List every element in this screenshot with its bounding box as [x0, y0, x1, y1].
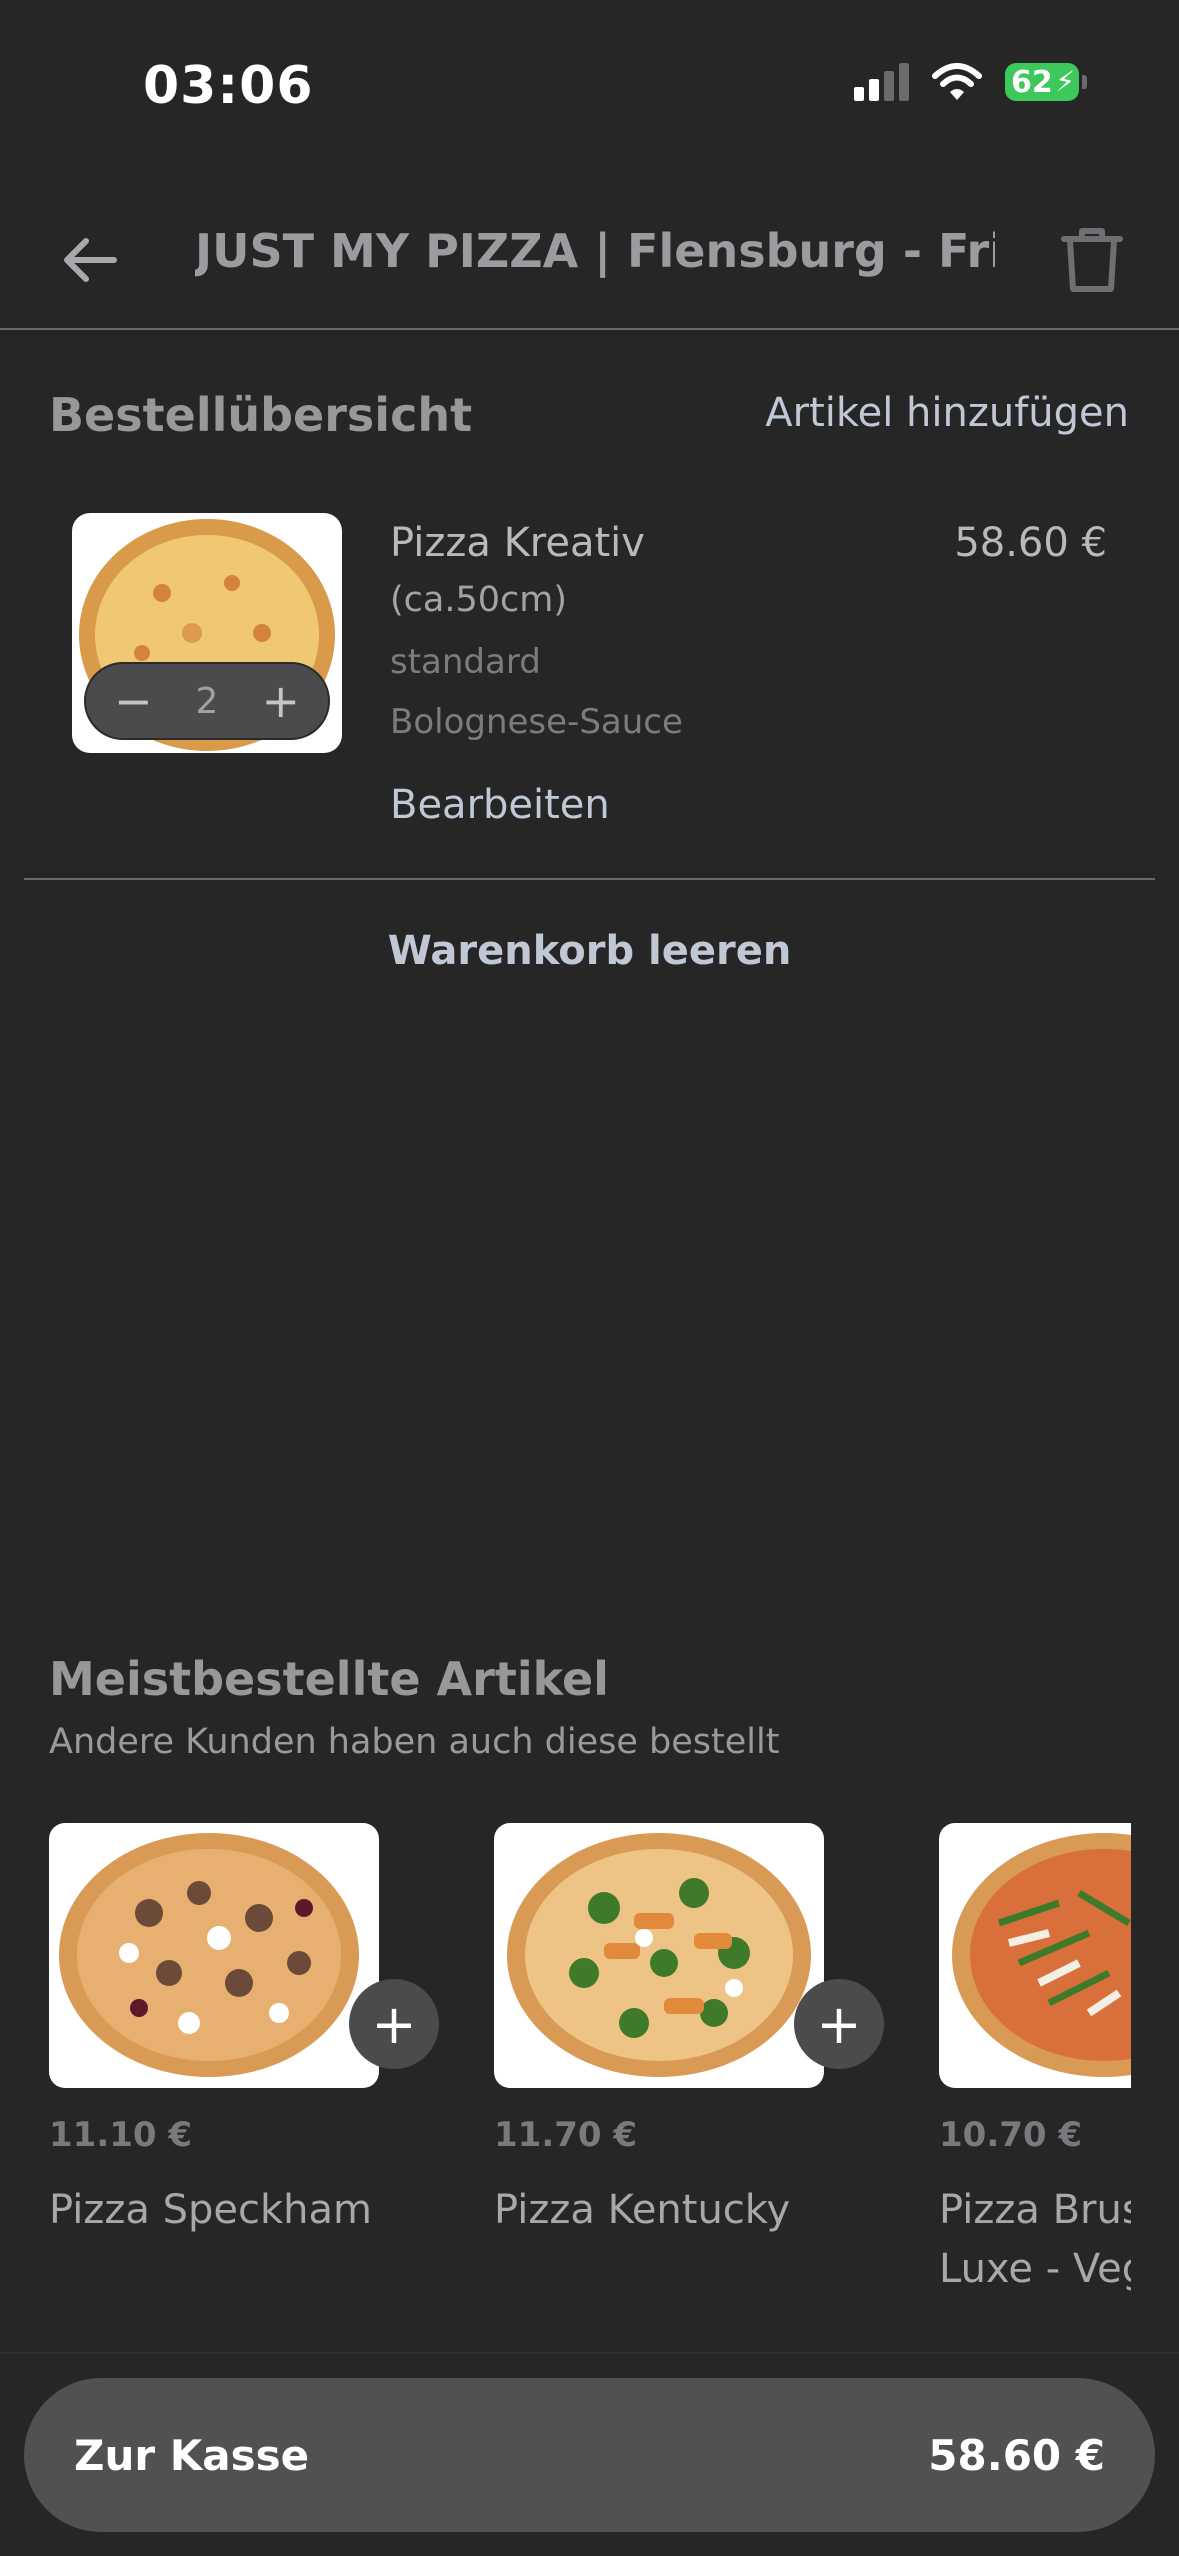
quantity-stepper: − 2 + [84, 662, 330, 740]
add-recommendation-button[interactable]: + [349, 1979, 439, 2069]
recommendation-name-line: Pizza Brus [939, 2187, 1131, 2233]
divider [24, 878, 1155, 880]
item-option: Bolognese-Sauce [390, 702, 683, 742]
add-items-link[interactable]: Artikel hinzufügen [765, 390, 1129, 436]
back-button[interactable] [50, 220, 130, 300]
recommendation-name: Pizza Kentucky [494, 2187, 791, 2233]
pizza-brus-image [939, 1823, 1131, 2088]
recommendation-price: 11.10 € [49, 2115, 193, 2155]
pizza-speckham-image [49, 1823, 379, 2088]
recommendation-card[interactable]: 10.70 € Pizza Brus Luxe - Veg [939, 1823, 1131, 2299]
quantity-value: 2 [195, 680, 219, 722]
status-time: 03:06 [143, 56, 314, 116]
bottom-bar-divider [0, 2352, 1179, 2354]
checkout-label: Zur Kasse [74, 2430, 310, 2480]
restaurant-title: JUST MY PIZZA | Flensburg - Frie... [195, 224, 995, 278]
add-recommendation-button[interactable]: + [794, 1979, 884, 2069]
item-price: 58.60 € [954, 520, 1107, 566]
checkout-button[interactable]: Zur Kasse 58.60 € [24, 2378, 1155, 2532]
wifi-icon [932, 63, 982, 100]
item-size: (ca.50cm) [390, 580, 567, 620]
increase-quantity-button[interactable]: + [261, 678, 300, 724]
cellular-signal-icon [854, 63, 909, 101]
decrease-quantity-button[interactable]: − [114, 678, 153, 724]
recommendation-name-line: Luxe - Veg [939, 2246, 1131, 2292]
trash-icon [1061, 228, 1123, 292]
recommendations-subtitle: Andere Kunden haben auch diese bestellt [49, 1722, 780, 1762]
pizza-kentucky-image [494, 1823, 824, 2088]
recommendations-carousel[interactable]: 11.10 € Pizza Speckham + 11.70 € Pizza K… [49, 1823, 1131, 2323]
edit-item-link[interactable]: Bearbeiten [390, 782, 610, 828]
checkout-total: 58.60 € [928, 2430, 1105, 2480]
recommendation-price: 11.70 € [494, 2115, 638, 2155]
recommendation-name: Pizza Brus Luxe - Veg [939, 2181, 1131, 2299]
status-icons: 62 ⚡ [854, 62, 1087, 102]
item-option: standard [390, 642, 541, 682]
order-overview-title: Bestellübersicht [49, 388, 473, 442]
charging-bolt-icon: ⚡ [1055, 65, 1075, 98]
recommendation-name: Pizza Speckham [49, 2187, 372, 2233]
recommendation-price: 10.70 € [939, 2115, 1083, 2155]
app-header: JUST MY PIZZA | Flensburg - Frie... [0, 200, 1179, 330]
arrow-left-icon [64, 238, 117, 282]
recommendations-title: Meistbestellte Artikel [49, 1652, 609, 1706]
recommendation-card[interactable]: 11.70 € Pizza Kentucky [494, 1823, 824, 2240]
battery-level: 62 [1011, 64, 1053, 100]
item-name: Pizza Kreativ [390, 520, 645, 566]
delete-cart-button[interactable] [1050, 215, 1134, 305]
battery-icon: 62 ⚡ [1005, 63, 1087, 101]
recommendation-card[interactable]: 11.10 € Pizza Speckham [49, 1823, 379, 2240]
clear-cart-button[interactable]: Warenkorb leeren [0, 928, 1179, 974]
